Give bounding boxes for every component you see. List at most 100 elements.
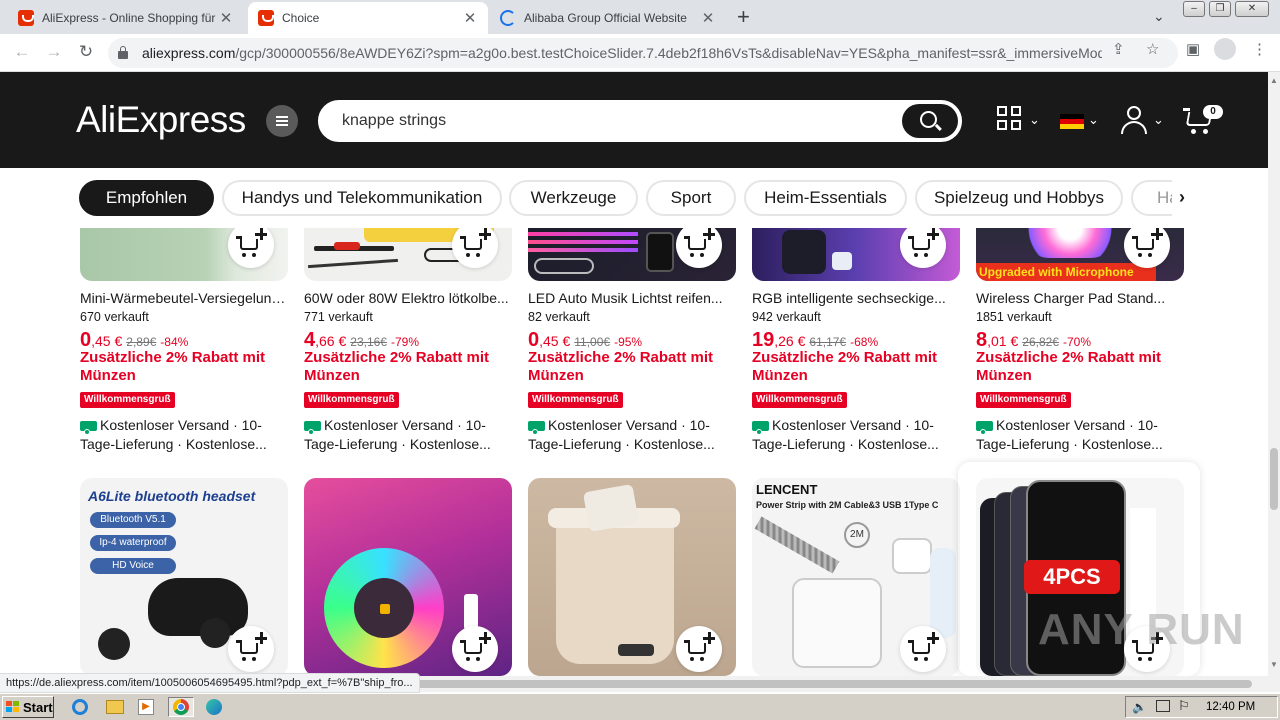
back-arrow-icon[interactable]: ←	[12, 42, 32, 62]
vertical-scrollbar[interactable]: ▲ ▼	[1268, 72, 1280, 676]
close-icon[interactable]: ✕	[700, 9, 716, 27]
network-icon[interactable]	[1156, 700, 1170, 712]
close-icon[interactable]: ✕	[218, 9, 234, 27]
address-bar[interactable]: aliexpress.com/gcp/300000556/8eAWDEY6Zi?…	[108, 38, 1178, 68]
add-to-cart-icon[interactable]	[676, 228, 722, 268]
product-image[interactable]	[752, 228, 960, 281]
close-icon[interactable]: ✕	[462, 9, 478, 27]
forward-arrow-icon[interactable]: →	[44, 42, 64, 62]
add-to-cart-icon[interactable]	[228, 228, 274, 268]
image-badge: 2M	[844, 522, 870, 548]
add-to-cart-icon[interactable]	[900, 228, 946, 268]
add-to-cart-icon[interactable]	[1124, 228, 1170, 268]
price-dec: ,26 €	[774, 333, 806, 349]
product-title: Wireless Charger Pad Stand...	[976, 290, 1166, 306]
product-image[interactable]: Upgraded with Microphone	[976, 228, 1184, 281]
category-pill[interactable]: Heim-Essentials	[744, 180, 907, 216]
search-input[interactable]	[342, 110, 892, 132]
product-image[interactable]: LENCENT Power Strip with 2M Cable&3 USB …	[752, 478, 960, 676]
chevron-down-icon: ⌄	[1088, 112, 1099, 127]
url-host: aliexpress.com	[142, 45, 236, 61]
tab-choice[interactable]: Choice ✕	[248, 2, 488, 34]
image-feature: Bluetooth V5.1	[90, 512, 176, 528]
add-to-cart-icon[interactable]	[228, 626, 274, 672]
new-tab-button[interactable]: +	[737, 6, 750, 28]
aliexpress-logo[interactable]: AliExpress	[76, 99, 246, 141]
product-title: RGB intelligente sechseckige...	[752, 290, 946, 306]
edge-icon[interactable]	[204, 697, 226, 717]
product-image[interactable]	[80, 228, 288, 281]
flag-icon[interactable]: ⚐	[1178, 698, 1190, 714]
scroll-down-icon[interactable]: ▼	[1270, 660, 1278, 669]
truck-icon	[80, 421, 97, 435]
search-button[interactable]	[902, 104, 958, 138]
search-bar	[318, 100, 962, 142]
shipping-info: Kostenloser Versand · 10-Tage-Lieferung …	[304, 416, 512, 454]
discount: -68%	[850, 335, 879, 349]
search-icon	[920, 111, 937, 128]
scroll-up-icon[interactable]: ▲	[1270, 76, 1278, 85]
product-image[interactable]	[304, 228, 512, 281]
category-pill[interactable]: Werkzeuge	[509, 180, 638, 216]
chevron-right-icon[interactable]: ›	[1172, 180, 1192, 216]
side-panel-icon[interactable]: ▣	[1186, 40, 1200, 58]
share-icon[interactable]: ⇪	[1112, 40, 1125, 58]
image-caption: 4PCS	[1024, 560, 1120, 594]
volume-icon[interactable]: 🔈	[1132, 700, 1147, 714]
product-image[interactable]: A6Lite bluetooth headset Bluetooth V5.1 …	[80, 478, 288, 676]
scroll-thumb[interactable]	[1270, 448, 1278, 510]
account-icon[interactable]	[1121, 106, 1147, 134]
category-pill[interactable]: Handys und Telekommunikation	[222, 180, 502, 216]
loading-spinner-icon	[500, 10, 516, 26]
internet-explorer-icon[interactable]	[70, 697, 92, 717]
menu-icon[interactable]	[266, 105, 298, 137]
profile-avatar[interactable]	[1214, 38, 1236, 60]
url-path: /gcp/300000556/8eAWDEY6Zi?spm=a2g0o.best…	[235, 45, 1102, 61]
restore-button[interactable]: ❐	[1209, 1, 1231, 17]
shipping-text: Kostenloser Versand · 10-Tage-Lieferung …	[304, 417, 491, 452]
category-pill[interactable]: Empfohlen	[79, 180, 214, 216]
tab-search-chevron-icon[interactable]: ⌄	[1153, 8, 1165, 25]
close-window-button[interactable]: ✕	[1235, 1, 1269, 17]
germany-flag-icon[interactable]	[1060, 114, 1084, 129]
product-image[interactable]	[528, 478, 736, 676]
qr-code-icon[interactable]	[997, 106, 1023, 132]
add-to-cart-icon[interactable]	[900, 626, 946, 672]
sold-count: 942 verkauft	[752, 310, 821, 324]
chevron-down-icon: ⌄	[1029, 112, 1040, 127]
truck-icon	[752, 421, 769, 435]
reload-icon[interactable]: ↻	[76, 42, 96, 62]
shipping-info: Kostenloser Versand · 10-Tage-Lieferung …	[80, 416, 288, 454]
minimize-button[interactable]: –	[1183, 1, 1205, 17]
old-price: 23,16€	[350, 335, 387, 349]
shipping-info: Kostenloser Versand · 10-Tage-Lieferung …	[976, 416, 1184, 454]
tab-aliexpress[interactable]: AliExpress - Online Shopping für Elek ✕	[8, 2, 244, 34]
tab-alibaba[interactable]: Alibaba Group Official Website ✕	[490, 2, 726, 34]
status-bar-url: https://de.aliexpress.com/item/100500605…	[0, 673, 420, 693]
product-image[interactable]	[528, 228, 736, 281]
add-to-cart-icon[interactable]	[676, 626, 722, 672]
category-pill[interactable]: Sport	[646, 180, 736, 216]
category-pill[interactable]: Spielzeug und Hobbys	[915, 180, 1123, 216]
product-image[interactable]	[304, 478, 512, 676]
old-price: 11,00€	[574, 335, 611, 349]
url-text: aliexpress.com/gcp/300000556/8eAWDEY6Zi?…	[142, 45, 1102, 61]
truck-icon	[304, 421, 321, 435]
site-header: AliExpress ⌄ ⌄ ⌄	[0, 72, 1268, 168]
folder-icon[interactable]	[104, 697, 126, 717]
coin-discount-text: Zusätzliche 2% Rabatt mit Münzen	[80, 349, 266, 384]
aliexpress-favicon-icon	[18, 10, 34, 26]
media-player-icon[interactable]: ▶	[136, 697, 158, 717]
bookmark-star-icon[interactable]: ☆	[1146, 40, 1159, 58]
truck-icon	[528, 421, 545, 435]
browser-menu-icon[interactable]: ⋮	[1252, 40, 1267, 58]
chrome-icon[interactable]	[168, 697, 194, 717]
add-to-cart-icon[interactable]	[452, 626, 498, 672]
category-bar: Empfohlen Handys und Telekommunikation W…	[0, 168, 1268, 228]
start-button[interactable]: Start	[2, 696, 54, 718]
price-int: 4	[304, 329, 316, 351]
add-to-cart-icon[interactable]	[452, 228, 498, 268]
image-feature: Ip-4 waterproof	[90, 535, 176, 551]
tab-title: Choice	[282, 11, 320, 25]
welcome-badge: Willkommensgruß	[80, 392, 175, 408]
